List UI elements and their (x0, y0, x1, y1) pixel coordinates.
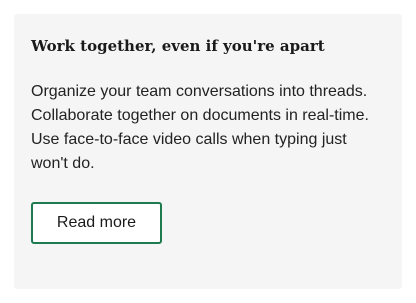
card-description: Organize your team conversations into th… (31, 83, 369, 172)
card-title: Work together, even if you're apart (31, 37, 325, 55)
read-more-button[interactable]: Read more (31, 202, 162, 244)
